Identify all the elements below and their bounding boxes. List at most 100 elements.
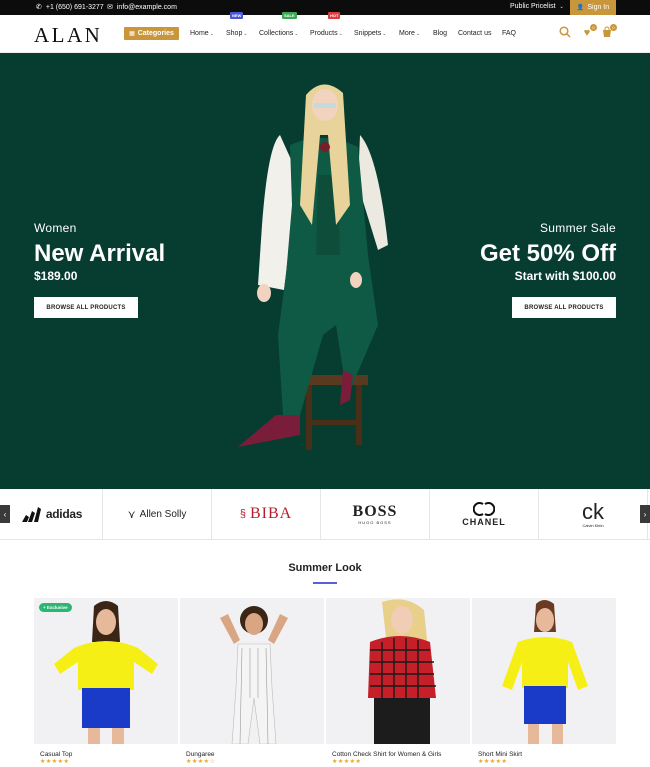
brand-calvin-klein[interactable]: ck Calvin Klein: [539, 489, 648, 539]
pricelist-label: Public Pricelist: [510, 3, 556, 10]
nav-products[interactable]: Products ⌄: [310, 30, 343, 37]
product-name[interactable]: Casual Top: [40, 751, 178, 758]
user-icon: 👤: [576, 5, 585, 11]
site-logo[interactable]: ALAN: [34, 23, 102, 48]
brand-chanel[interactable]: CHANEL: [430, 489, 539, 539]
product-card[interactable]: Dungaree ★★★★☆: [180, 598, 324, 767]
allen-solly-logo-icon: ⋎: [127, 508, 136, 521]
chanel-logo-icon: [473, 501, 495, 516]
email-address: info@example.com: [116, 3, 177, 11]
cart-count: 0: [610, 24, 617, 31]
categories-button[interactable]: ▦ Categories: [124, 27, 179, 40]
product-card[interactable]: + Exclusive Casual Top ★★★★★: [34, 598, 178, 767]
product-name[interactable]: Cotton Check Shirt for Women & Girls: [332, 751, 470, 758]
brand-allen-solly-name: Allen Solly: [139, 508, 187, 520]
search-icon[interactable]: [558, 26, 572, 40]
brand-carousel: adidas ⋎ Allen Solly § BIBA BOSS HUGO BO…: [0, 489, 650, 540]
product-name[interactable]: Short Mini Skirt: [478, 751, 616, 758]
browse-products-button-left[interactable]: BROWSE ALL PRODUCTS: [34, 297, 138, 318]
wishlist-icon[interactable]: ♥ 0: [580, 24, 597, 40]
product-name[interactable]: Dungaree: [186, 751, 324, 758]
hero-banner: Women New Arrival $189.00 BROWSE ALL PRO…: [0, 53, 650, 489]
nav-more[interactable]: More ⌄: [399, 30, 420, 37]
exclusive-badge: + Exclusive: [39, 603, 72, 612]
brand-ck-name: ck: [582, 498, 604, 524]
rating-stars-icon: ★★★★★: [478, 759, 508, 765]
nav-label: Products: [310, 30, 338, 37]
phone-contact[interactable]: ✆ +1 (650) 691-3277: [36, 3, 104, 12]
sale-badge: SALE: [282, 12, 297, 19]
brand-biba[interactable]: § BIBA: [212, 489, 321, 539]
chevron-down-icon: ⌄: [243, 30, 248, 37]
product-photo-casual-top: [54, 601, 158, 744]
nav-label: Shop: [226, 30, 243, 37]
chevron-down-icon: ⌄: [338, 30, 343, 37]
nav-label: Home: [190, 30, 209, 37]
hero-left-kicker: Women: [34, 221, 77, 235]
nav-snippets[interactable]: Snippets ⌄: [354, 30, 386, 37]
brand-ck-sub: Calvin Klein: [582, 522, 604, 528]
pricelist-dropdown[interactable]: Public Pricelist ⌄: [510, 3, 564, 10]
chevron-down-icon: ⌄: [294, 30, 299, 37]
wishlist-count: 0: [590, 24, 597, 31]
phone-icon: ✆: [36, 4, 42, 11]
hero-left-price: $189.00: [34, 269, 78, 283]
adidas-logo-icon: [21, 507, 41, 522]
product-image[interactable]: [472, 598, 616, 744]
nav-label: Blog: [433, 30, 448, 37]
carousel-prev-arrow[interactable]: ‹: [0, 505, 10, 523]
nav-label: More: [399, 30, 415, 37]
main-header: ALAN ▦ Categories Home ⌄ Shop ⌄ Collection…: [0, 12, 650, 53]
chevron-down-icon: ⌄: [382, 30, 387, 37]
nav-label: Collections: [259, 30, 294, 37]
mail-icon: ✉: [107, 4, 113, 11]
hot-badge: HOT: [328, 12, 341, 19]
categories-label: Categories: [137, 30, 174, 37]
product-photo-check-shirt: [368, 599, 436, 744]
sign-in-label: Sign In: [587, 4, 610, 11]
product-image[interactable]: [180, 598, 324, 744]
hero-left-block: Women New Arrival $189.00 BROWSE ALL PRO…: [34, 221, 165, 318]
brand-adidas-name: adidas: [45, 507, 83, 521]
product-card[interactable]: Cotton Check Shirt for Women & Girls ★★★…: [326, 598, 470, 767]
nav-contact-us[interactable]: Contact us: [458, 30, 491, 37]
biba-logo-icon: §: [239, 508, 246, 520]
nav-label: Contact us: [458, 30, 492, 37]
nav-shop[interactable]: Shop ⌄: [226, 30, 248, 37]
sign-in-button[interactable]: 👤 Sign In: [570, 0, 616, 15]
brand-boss[interactable]: BOSS HUGO BOSS: [321, 489, 430, 539]
hero-left-headline: New Arrival: [34, 240, 166, 267]
section-title: Summer Look: [288, 562, 362, 574]
carousel-next-arrow[interactable]: ›: [640, 505, 650, 523]
rating-stars-icon: ★★★★★: [332, 759, 362, 765]
browse-products-button-right[interactable]: BROWSE ALL PRODUCTS: [512, 297, 616, 318]
hero-right-price: Start with $100.00: [514, 269, 616, 283]
nav-collections[interactable]: Collections ⌄: [259, 30, 298, 37]
rating-stars-icon: ★★★★★: [40, 759, 70, 765]
hero-right-headline: Get 50% Off: [479, 240, 616, 267]
nav-faq[interactable]: FAQ: [502, 30, 516, 37]
brand-allen-solly[interactable]: ⋎ Allen Solly: [103, 489, 212, 539]
chevron-down-icon: ⌄: [209, 30, 214, 37]
hero-right-block: Summer Sale Get 50% Off Start with $100.…: [480, 221, 616, 318]
product-card[interactable]: Short Mini Skirt ★★★★★: [472, 598, 616, 767]
nav-home[interactable]: Home ⌄: [190, 30, 214, 37]
brand-chanel-name: CHANEL: [462, 516, 506, 527]
phone-number: +1 (650) 691-3277: [45, 3, 104, 11]
brand-adidas[interactable]: adidas: [0, 489, 103, 539]
brand-boss-sub: HUGO BOSS: [358, 519, 392, 525]
brand-boss-name: BOSS: [352, 502, 398, 520]
section-title-underline: [313, 582, 337, 584]
product-image[interactable]: + Exclusive: [34, 598, 178, 744]
nav-blog[interactable]: Blog: [433, 30, 447, 37]
cart-icon[interactable]: 0: [600, 24, 617, 40]
product-photo-mini-skirt: [502, 600, 588, 744]
grid-icon: ▦: [129, 31, 135, 37]
product-image[interactable]: [326, 598, 470, 744]
hero-right-kicker: Summer Sale: [540, 221, 616, 235]
email-contact[interactable]: ✉ info@example.com: [107, 3, 177, 12]
brand-biba-name: BIBA: [249, 505, 293, 522]
hero-model-image: [238, 84, 388, 450]
nav-label: FAQ: [502, 30, 517, 37]
product-grid: + Exclusive Casual Top ★★★★★ Dungaree ★★…: [34, 598, 616, 767]
